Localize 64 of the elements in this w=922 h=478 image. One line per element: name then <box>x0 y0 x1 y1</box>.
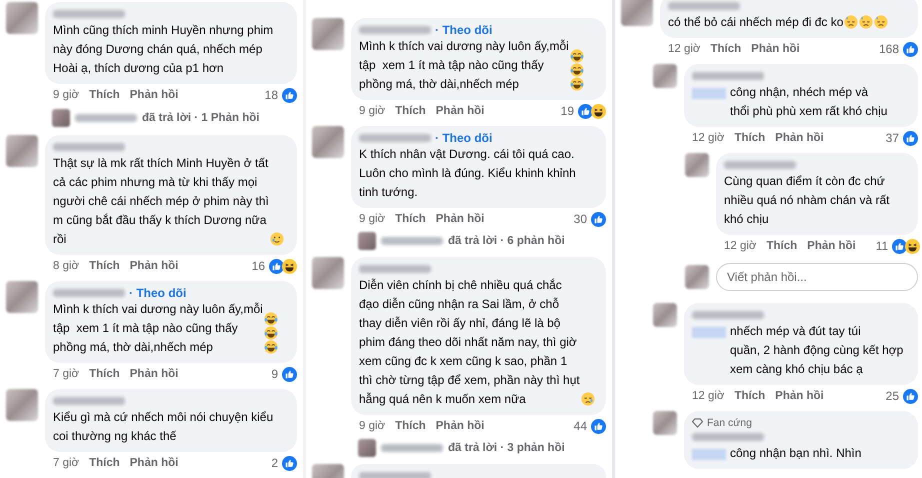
like-link[interactable]: Thích <box>734 132 766 144</box>
reply-link[interactable]: Phản hồi <box>130 260 178 272</box>
comment-text: Mình k thích vai dương này luôn ấy,mỗi tập xem 1 ít mà tập nào cũng thấy phồng má, thờ dài,nhếch mép <box>359 38 569 93</box>
reaction-count: 11 <box>876 239 888 253</box>
replies-link[interactable]: đã trả lời · 6 phản hồi <box>448 235 565 247</box>
like-link[interactable]: Thích <box>89 368 120 380</box>
comment-time: 12 giờ <box>668 43 700 55</box>
like-link[interactable]: Thích <box>710 43 742 55</box>
comment-time: 8 giờ <box>53 260 80 272</box>
reply-link[interactable]: Phản hồi <box>130 89 178 101</box>
reaction-count: 168 <box>878 42 899 56</box>
comment-text: Kiểu gì mà cứ nhếch môi nói chuyện kiểu coi thường ng khác thế <box>53 409 274 445</box>
reaction-count: 44 <box>574 419 587 433</box>
comment-time: 12 giờ <box>724 240 756 252</box>
reaction-count: 37 <box>886 131 899 145</box>
comment-time: 9 giờ <box>359 420 386 432</box>
reply-link[interactable]: Phản hồi <box>807 240 856 252</box>
reply-link[interactable]: Phản hồi <box>130 457 178 469</box>
comment-text: Mình cũng thích minh Huyền nhưng phim này đóng Dương chán quá, nhếch mép Hoài ạ, thích dương của p1 hơn <box>53 22 274 77</box>
reaction-count: 25 <box>886 389 899 403</box>
follow-link[interactable]: · Theo dõi <box>129 286 186 300</box>
replies-link[interactable]: đã trả lời · 3 phản hồi <box>448 442 565 454</box>
reaction-count: 18 <box>264 88 278 102</box>
comment-time: 7 giờ <box>53 368 80 380</box>
comment-text: công nhận bạn nhì. Nhìn <box>730 445 862 462</box>
reply-link[interactable]: Phản hồi <box>775 390 824 402</box>
comment-text: Mình k thích vai dương này luôn ấy,mỗi tập xem 1 ít mà tập nào cũng thấy phồng má, thờ dài,nhếch mép <box>53 301 263 356</box>
comment-time: 9 giờ <box>53 89 80 101</box>
comment-text: Diễn viên chính bị chê nhiều quá chắc đạo diễn cũng nhận ra Sai lầm, ở chỗ thay diễn viên rồi ấy nhỉ, đáng lẽ là bộ phim đáng theo dõi nhất năm nay, thì giờ xem cũng đc k xem cũng k sao, phần 1 thì chờ từng tập để xem, phần này thì hụt hẫng quá nên k muốn xem nữa <box>359 277 580 408</box>
comment-time: 12 giờ <box>692 132 724 144</box>
reaction-count: 30 <box>574 212 587 226</box>
comment-time: 9 giờ <box>359 213 386 225</box>
reply-link[interactable]: Phản hồi <box>130 368 178 380</box>
badge-label: Fan cứng <box>707 417 752 429</box>
like-link[interactable]: Thích <box>766 240 798 252</box>
comment-text: Cùng quan điểm ít còn đc chứ nhiều quá nó nhàm chán và rất khó chịu <box>724 173 890 228</box>
like-link[interactable]: Thích <box>395 420 426 432</box>
like-link[interactable]: Thích <box>395 213 426 225</box>
comment-time: 9 giờ <box>359 105 386 117</box>
reply-link[interactable]: Phản hồi <box>436 213 484 225</box>
reply-input-field[interactable]: Viết phản hồi... <box>716 263 918 291</box>
like-link[interactable]: Thích <box>395 105 426 117</box>
comment-text: Thật sự là mk rất thích Minh Huyền ở tất cả các phim nhưng mà từ khi thấy mọi người chê cái nhếch mép ở phim này thì m cũng bắt đầu thấy k thích Dương nữa rồi <box>53 155 269 248</box>
replies-link[interactable]: đã trả lời · 1 Phản hồi <box>142 112 260 124</box>
like-link[interactable]: Thích <box>89 260 120 272</box>
comment-text: nhếch mép và đút tay túi quần, 2 hành động cùng kết hợp xem càng khó chịu bác ạ <box>730 323 904 378</box>
comment-text: công nhận, nhéch mép và thổi phù phù xem rất khó chịu <box>730 84 888 120</box>
comment-text: K thích nhân vật Dương. cái tôi quá cao. Luôn cho mình là đúng. Kiểu khinh khỉnh tinh tướng. <box>359 146 576 201</box>
follow-link[interactable]: · Theo dõi <box>435 23 492 37</box>
like-link[interactable]: Thích <box>89 457 120 469</box>
comment-time: 7 giờ <box>53 457 80 469</box>
reaction-count: 19 <box>560 104 574 118</box>
reply-link[interactable]: Phản hồi <box>436 420 484 432</box>
follow-link[interactable]: · Theo dõi <box>435 131 492 145</box>
like-link[interactable]: Thích <box>89 89 120 101</box>
reply-link[interactable]: Phản hồi <box>436 105 484 117</box>
comment-time: 12 giờ <box>692 390 724 402</box>
reply-link[interactable]: Phản hồi <box>775 132 824 144</box>
reaction-count: 2 <box>271 456 278 470</box>
like-link[interactable]: Thích <box>734 390 766 402</box>
reply-link[interactable]: Phản hồi <box>751 43 800 55</box>
comment-text: có thể bỏ cái nhếch mép đi đc ko <box>668 14 844 31</box>
reaction-count: 16 <box>252 259 265 273</box>
reaction-count: 9 <box>271 367 278 381</box>
